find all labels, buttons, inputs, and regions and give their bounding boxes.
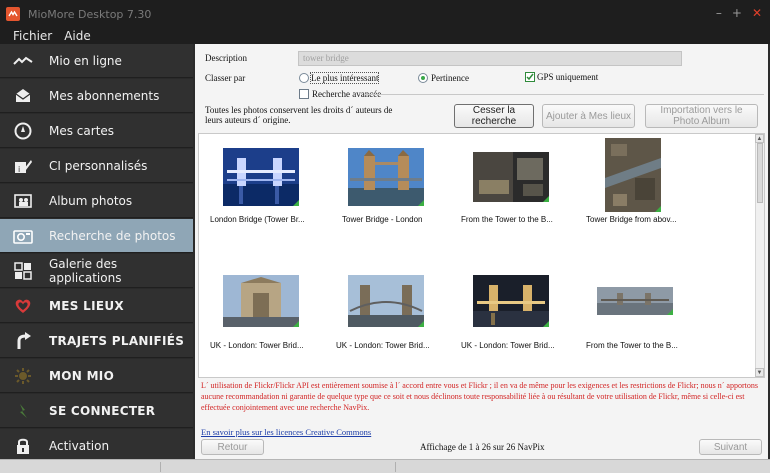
sidebar: Mio en ligne Mes abonnements Mes cartes … [0,44,193,463]
flickr-legal-notice: L´ utilisation de Flickr/Flickr API est … [201,381,758,412]
sidebar-item-label: TRAJETS PLANIFIÉS [49,333,185,348]
sidebar-item-label: CI personnalisés [49,158,148,173]
sidebar-item-label: MON MIO [49,368,115,383]
pagination-status: Affichage de 1 à 26 sur 26 NavPix [420,442,545,452]
cancel-search-button[interactable]: Cesser la recherche [454,104,534,128]
sidebar-item-label: SE CONNECTER [49,403,156,418]
photo-caption: UK - London: Tower Brid... [336,341,430,350]
status-separator [395,462,396,472]
sidebar-item-label: Mio en ligne [49,53,122,68]
sidebar-item-se-connecter[interactable]: SE CONNECTER [0,394,193,428]
sidebar-item-mio-en-ligne[interactable]: Mio en ligne [0,44,193,78]
sidebar-item-activation[interactable]: Activation [0,429,193,463]
scroll-thumb[interactable] [757,143,763,203]
sidebar-item-galerie-des-applications[interactable]: Galerie des applications [0,254,193,288]
sidebar-item-label: Galerie des applications [49,256,122,285]
sort-relevance-label[interactable]: Pertinence [431,73,469,83]
photo-caption: UK - London: Tower Brid... [210,341,304,350]
sidebar-item-mes-cartes[interactable]: Mes cartes [0,114,193,148]
sidebar-item-label: MES LIEUX [49,298,124,313]
sort-relevance-radio[interactable] [418,73,428,83]
signal-wave-icon [12,51,34,71]
menu-bar: Fichier Aide [0,28,770,44]
status-separator [160,462,161,472]
connect-icon [12,401,34,421]
sidebar-item-label: Activation [49,438,110,453]
gps-only-checkbox[interactable] [525,72,535,82]
photos-scrollbar[interactable]: ▲ ▼ [755,134,764,377]
photo-caption: Tower Bridge from abov... [586,215,677,224]
close-button[interactable]: ✕ [752,6,762,20]
photo-caption: UK - London: Tower Brid... [461,341,555,350]
sidebar-item-trajets-planifies[interactable]: TRAJETS PLANIFIÉS [0,324,193,358]
next-button[interactable]: Suivant [699,439,762,455]
import-photo-album-button[interactable]: Importation vers le Photo Album [645,104,758,128]
svg-text:i: i [18,165,20,174]
menu-fichier[interactable]: Fichier [13,29,52,43]
description-input[interactable]: tower bridge [298,51,682,66]
photo-thumbnail[interactable] [223,148,299,206]
photo-search-panel: Description tower bridge Classer par Le … [195,44,768,459]
photo-thumbnail[interactable] [473,152,549,202]
window-title: MioMore Desktop 7.30 [28,7,152,21]
divider [365,94,764,95]
sidebar-item-recherche-de-photos[interactable]: Recherche de photos [0,219,193,253]
sidebar-item-label: Mes abonnements [49,88,160,103]
gps-only-label[interactable]: GPS uniquement [537,72,598,82]
sidebar-item-mon-mio[interactable]: MON MIO [0,359,193,393]
description-label: Description [205,53,247,63]
sun-gear-icon [12,366,34,386]
status-bar [0,459,770,473]
rights-notice: Toutes les photos conservent les droits … [205,105,393,125]
minimize-button[interactable]: – [716,6,722,20]
camera-icon [12,226,34,246]
maximize-button[interactable]: + [732,6,742,20]
sidebar-item-ci-personnalises[interactable]: i CI personnalisés [0,149,193,183]
photo-thumbnail[interactable] [223,275,299,327]
menu-aide[interactable]: Aide [64,29,91,43]
scroll-down-arrow[interactable]: ▼ [755,368,764,377]
app-logo-icon [6,7,20,21]
photo-caption: From the Tower to the B... [461,215,553,224]
sidebar-item-mes-lieux[interactable]: MES LIEUX [0,289,193,323]
app-grid-icon [12,261,34,281]
sidebar-item-album-photos[interactable]: Album photos [0,184,193,218]
route-icon [12,331,34,351]
photo-thumbnail[interactable] [348,275,424,327]
envelope-icon [12,86,34,106]
photo-thumbnail[interactable] [473,275,549,327]
photo-thumbnail[interactable] [348,148,424,206]
add-to-places-button[interactable]: Ajouter à Mes lieux [542,104,635,128]
photo-album-icon [12,191,34,211]
heart-icon [12,296,34,316]
photo-caption: London Bridge (Tower Br... [210,215,305,224]
photo-results-grid: London Bridge (Tower Br... Tower Bridge … [198,133,765,378]
back-button[interactable]: Retour [201,439,264,455]
photo-caption: Tower Bridge - London [342,215,423,224]
photo-thumbnail[interactable] [605,138,661,212]
sort-interesting-radio[interactable] [299,73,309,83]
pin-edit-icon: i [12,156,34,176]
photo-thumbnail[interactable] [597,287,673,315]
sidebar-item-label: Recherche de photos [49,228,176,243]
title-bar: MioMore Desktop 7.30 – + ✕ [0,0,770,28]
sort-label: Classer par [205,73,246,83]
sidebar-item-label: Mes cartes [49,123,115,138]
photo-caption: From the Tower to the B... [586,341,678,350]
lock-icon [12,436,34,456]
sidebar-item-mes-abonnements[interactable]: Mes abonnements [0,79,193,113]
advanced-search-checkbox[interactable] [299,89,309,99]
sidebar-item-label: Album photos [49,193,133,208]
compass-icon [12,121,34,141]
scroll-up-arrow[interactable]: ▲ [755,134,764,143]
sort-interesting-label[interactable]: Le plus intéressant [309,72,380,84]
creative-commons-link[interactable]: En savoir plus sur les licences Creative… [201,427,371,437]
